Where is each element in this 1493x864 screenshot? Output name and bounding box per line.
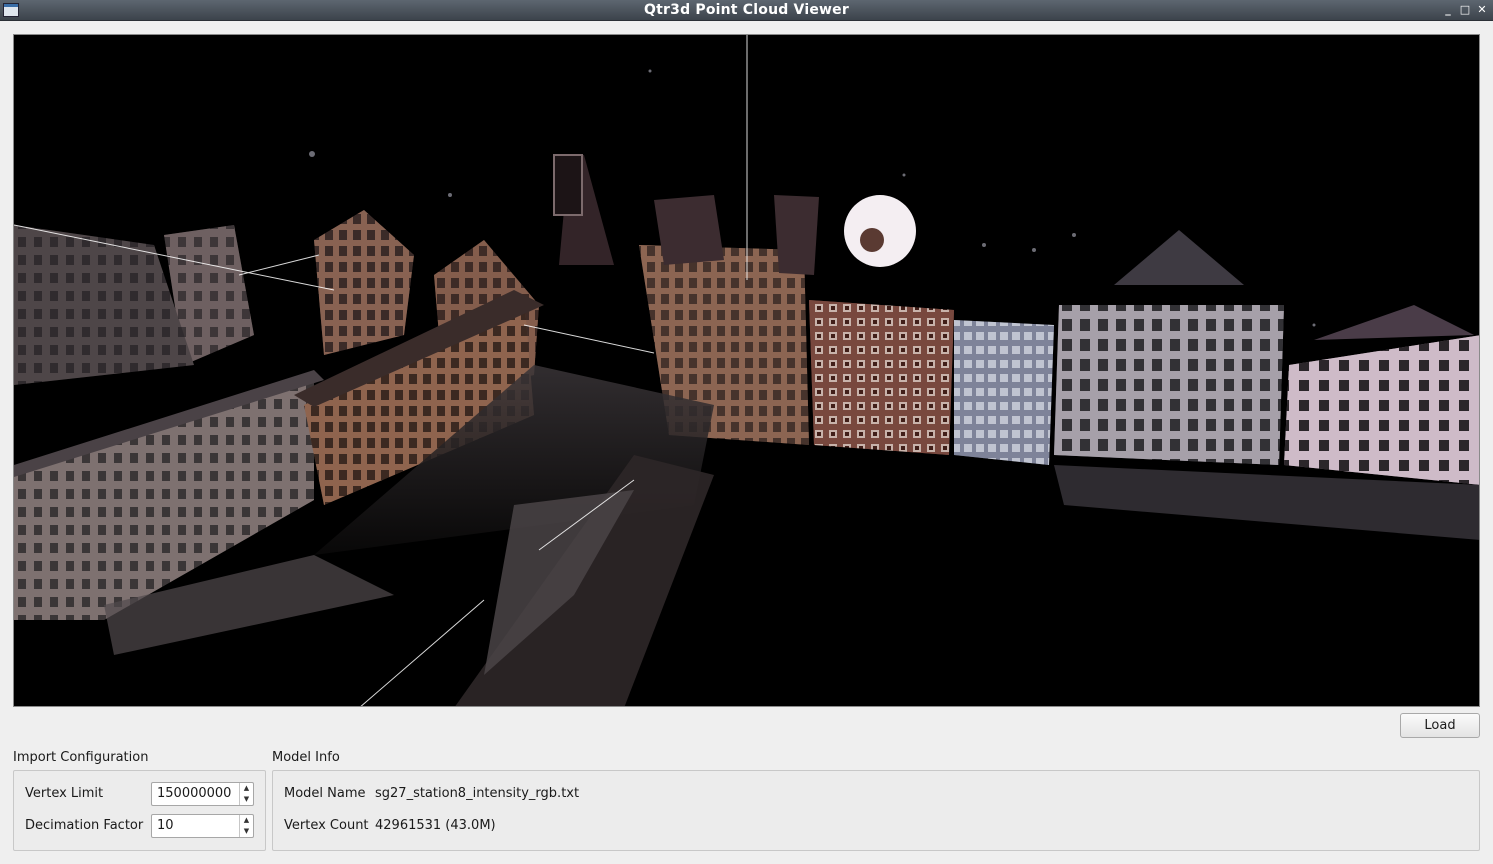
point-cloud-viewport[interactable] [13,34,1480,707]
point-cloud-render [14,35,1479,706]
vertex-limit-value[interactable]: 150000000 [157,786,231,801]
decimation-factor-spinbox[interactable]: 10 ▲ ▼ [151,814,254,838]
load-button[interactable]: Load [1400,713,1480,738]
minimize-icon[interactable]: _ [1441,2,1455,18]
model-name-value: sg27_station8_intensity_rgb.txt [375,786,580,801]
vertex-count-label: Vertex Count [284,818,369,833]
model-info-title: Model Info [272,750,340,765]
spin-up-icon[interactable]: ▲ [240,783,253,794]
title-bar: Qtr3d Point Cloud Viewer _ □ ✕ [0,0,1493,21]
window-title: Qtr3d Point Cloud Viewer [644,2,849,18]
vertex-limit-stepper[interactable]: ▲ ▼ [239,783,253,805]
model-name-label: Model Name [284,786,366,801]
spin-down-icon[interactable]: ▼ [240,826,253,837]
vertex-count-value: 42961531 (43.0M) [375,818,496,833]
vertex-limit-spinbox[interactable]: 150000000 ▲ ▼ [151,782,254,806]
decimation-factor-value[interactable]: 10 [157,818,174,833]
maximize-icon[interactable]: □ [1458,2,1472,18]
decimation-factor-stepper[interactable]: ▲ ▼ [239,815,253,837]
close-icon[interactable]: ✕ [1475,2,1489,18]
spin-down-icon[interactable]: ▼ [240,794,253,805]
vertex-limit-label: Vertex Limit [25,786,104,801]
model-info-group [272,770,1480,851]
decimation-factor-label: Decimation Factor [25,818,144,833]
import-config-title: Import Configuration [13,750,149,765]
spin-up-icon[interactable]: ▲ [240,815,253,826]
